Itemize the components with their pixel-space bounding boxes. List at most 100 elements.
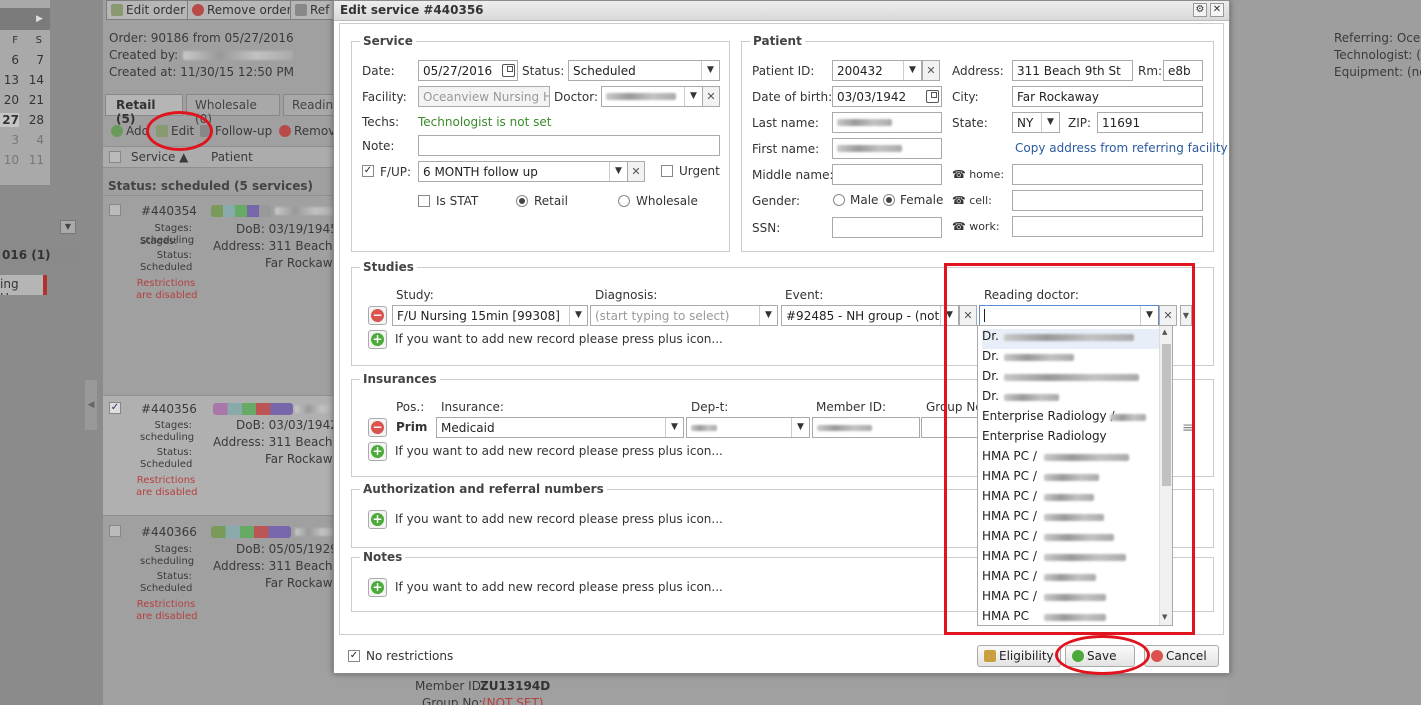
chevron-down-icon[interactable]: ▼ — [701, 61, 719, 80]
state-select[interactable]: NY ▼ — [1012, 112, 1060, 133]
splitter-handle[interactable]: ◀ — [85, 380, 97, 430]
middle-name-field[interactable] — [832, 164, 942, 185]
clear-doctor-button[interactable]: ✕ — [702, 86, 720, 107]
eligibility-button[interactable]: Eligibility — [977, 645, 1061, 667]
diagnosis-header: Diagnosis: — [595, 288, 658, 302]
chevron-down-icon[interactable]: ▼ — [684, 87, 702, 106]
member-id-field[interactable] — [812, 417, 920, 438]
select-all-checkbox[interactable] — [109, 151, 121, 163]
edit-order-button[interactable]: Edit order — [106, 0, 191, 20]
work-phone-field[interactable] — [1012, 216, 1203, 237]
urgent-checkbox[interactable] — [661, 165, 673, 177]
chevron-down-icon[interactable]: ▼ — [1041, 113, 1059, 132]
chevron-down-icon[interactable]: ▼ — [903, 61, 921, 80]
wholesale-radio[interactable] — [618, 195, 630, 207]
calendar-day[interactable]: 11 — [22, 153, 44, 167]
diagnosis-select[interactable]: (start typing to select) ▼ — [590, 305, 778, 326]
calendar-next-icon[interactable]: ▶ — [36, 14, 43, 24]
status-select[interactable]: Scheduled ▼ — [568, 60, 720, 81]
date-field[interactable]: 05/27/2016 — [418, 60, 518, 81]
fup-checkbox[interactable]: ✓ — [362, 165, 374, 177]
group-chip[interactable]: ing Ho.. — [0, 275, 47, 295]
calendar-day[interactable]: 28 — [22, 113, 44, 127]
male-label: Male — [850, 193, 879, 207]
add-authorization-hint: If you want to add new record please pre… — [395, 512, 723, 526]
column-patient[interactable]: Patient — [211, 150, 253, 164]
cell-phone-field[interactable] — [1012, 190, 1203, 211]
calendar-day[interactable]: 6 — [0, 53, 19, 67]
add-note-button[interactable] — [368, 578, 387, 597]
ref-button[interactable]: Ref — [290, 0, 335, 20]
patient-dob: DoB: 03/03/1942 — [236, 418, 338, 432]
chevron-down-icon[interactable]: ▼ — [759, 306, 777, 325]
calendar-day[interactable]: 20 — [0, 93, 19, 107]
tab-wholesale[interactable]: Wholesale (0) — [186, 94, 280, 126]
settings-icon[interactable]: ⚙ — [1193, 3, 1207, 17]
ssn-field[interactable] — [832, 217, 942, 238]
close-icon[interactable]: ✕ — [1210, 3, 1224, 17]
remove-study-button[interactable] — [368, 306, 387, 325]
male-radio[interactable] — [833, 194, 845, 206]
tab-reading[interactable]: Reading — [283, 94, 335, 116]
patient-legend: Patient — [750, 34, 805, 48]
calendar-day[interactable]: 7 — [22, 53, 44, 67]
calendar-icon[interactable] — [502, 64, 515, 77]
status-label: Status: — [156, 250, 192, 261]
chevron-down-icon[interactable]: ▼ — [569, 306, 587, 325]
remove-insurance-button[interactable] — [368, 418, 387, 437]
last-name-field[interactable] — [832, 112, 942, 133]
clear-fup-button[interactable]: ✕ — [627, 161, 645, 182]
copy-address-link[interactable]: Copy address from referring facility — [1015, 141, 1228, 155]
female-radio[interactable] — [883, 194, 895, 206]
row-checkbox[interactable] — [109, 204, 121, 216]
chevron-down-icon[interactable]: ▼ — [791, 418, 809, 437]
status-label: Status: — [522, 64, 565, 78]
dept-select[interactable]: ▼ — [686, 417, 810, 438]
chevron-down-icon[interactable]: ▼ — [609, 162, 627, 181]
calendar-day-selected[interactable]: 27 — [0, 113, 19, 127]
cancel-button[interactable]: Cancel — [1144, 645, 1219, 667]
calendar-day[interactable]: 21 — [22, 93, 44, 107]
calendar-day[interactable]: 10 — [0, 153, 19, 167]
calendar-day[interactable]: 4 — [22, 133, 44, 147]
table-row[interactable]: #440366 Stages: scheduling Status: Sched… — [103, 515, 344, 705]
add-insurance-button[interactable] — [368, 442, 387, 461]
no-restrictions-checkbox[interactable]: ✓ — [348, 650, 360, 662]
home-phone-field[interactable] — [1012, 164, 1203, 185]
zip-field[interactable]: 11691 — [1097, 112, 1203, 133]
table-row[interactable]: #440354 Stages: Stages: scheduling Statu… — [103, 195, 344, 395]
calendar-day[interactable]: 13 — [0, 73, 19, 87]
remove-icon — [192, 4, 204, 16]
row-checkbox-checked[interactable]: ✓ — [109, 402, 121, 414]
patient-id-field[interactable]: 200432 ▼ — [832, 60, 922, 81]
dob-field[interactable]: 03/03/1942 — [832, 86, 942, 107]
study-select[interactable]: F/U Nursing 15min [99308] ▼ — [392, 305, 588, 326]
city-field[interactable]: Far Rockaway — [1012, 86, 1203, 107]
add-action[interactable]: Add — [111, 124, 149, 138]
clear-patient-button[interactable]: ✕ — [922, 60, 940, 81]
calendar-day[interactable]: 3 — [0, 133, 19, 147]
facility-field[interactable]: Oceanview Nursing Hor — [418, 86, 550, 107]
column-service[interactable]: Service ▲ — [131, 150, 188, 164]
retail-radio[interactable] — [516, 195, 528, 207]
collapse-icon[interactable]: ▼ — [60, 220, 76, 234]
address-field[interactable]: 311 Beach 9th St — [1012, 60, 1133, 81]
row-checkbox[interactable] — [109, 525, 121, 537]
doctor-select[interactable]: ▼ — [601, 86, 703, 107]
event-select[interactable]: #92485 - NH group - (not se ▼ — [781, 305, 959, 326]
stat-checkbox[interactable] — [418, 195, 430, 207]
note-field[interactable] — [418, 135, 720, 156]
add-study-button[interactable] — [368, 330, 387, 349]
chevron-down-icon[interactable]: ▼ — [665, 418, 683, 437]
calendar-day[interactable]: 14 — [22, 73, 44, 87]
fup-select[interactable]: 6 MONTH follow up ▼ — [418, 161, 628, 182]
insurances-legend: Insurances — [360, 372, 440, 386]
remove-order-button[interactable]: Remove order — [187, 0, 297, 20]
add-authorization-button[interactable] — [368, 510, 387, 529]
table-row-selected[interactable]: ✓ #440356 Stages: scheduling Status: Sch… — [103, 395, 344, 515]
calendar-icon[interactable] — [926, 90, 939, 103]
first-name-field[interactable] — [832, 138, 942, 159]
rm-field[interactable]: e8b — [1163, 60, 1203, 81]
insurance-select[interactable]: Medicaid ▼ — [436, 417, 684, 438]
remove-action[interactable]: Remov — [279, 124, 335, 138]
